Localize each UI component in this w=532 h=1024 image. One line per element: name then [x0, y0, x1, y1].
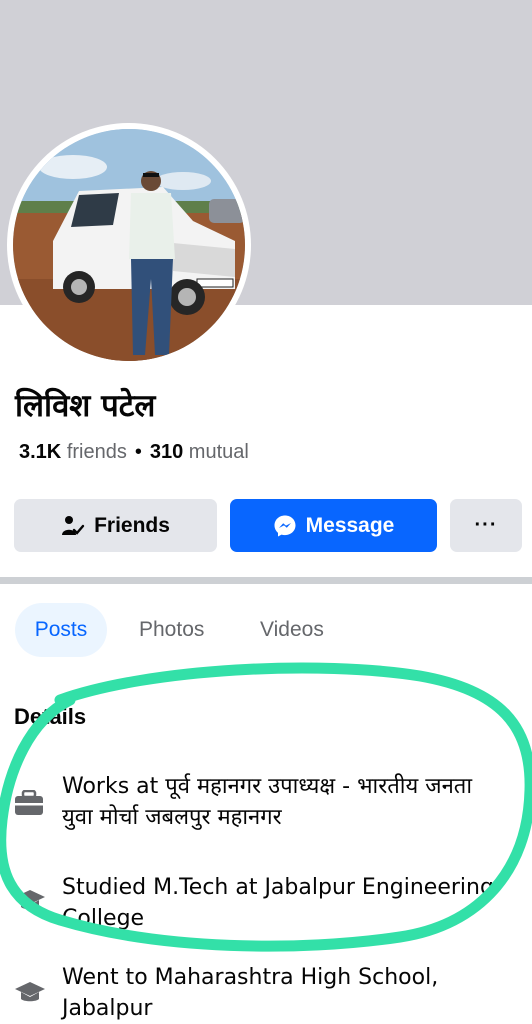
stats-separator: •: [134, 441, 142, 463]
more-icon: ···: [474, 514, 498, 536]
message-button-label: Message: [305, 513, 395, 537]
detail-work: Works at पूर्व महानगर उपाध्यक्ष - भारतीय…: [62, 774, 473, 830]
profile-name: लिविश पटेल: [15, 388, 156, 424]
messenger-icon: [274, 515, 296, 536]
mutual-count: 310: [149, 441, 184, 463]
friend-stats: 3.1K friends • 310 mutual: [19, 441, 249, 464]
avatar[interactable]: [13, 129, 245, 361]
section-divider: [0, 577, 532, 584]
friends-button-label: Friends: [94, 513, 170, 537]
detail-school: Went to Maharashtra High School, Jabalpu…: [62, 965, 439, 1021]
mutual-label[interactable]: mutual: [189, 441, 249, 463]
tab-videos[interactable]: Videos: [260, 603, 324, 657]
friend-check-icon: [62, 515, 85, 535]
more-options-button[interactable]: ···: [450, 499, 522, 552]
friends-label[interactable]: friends: [67, 441, 127, 463]
graduation-cap-icon: [15, 982, 45, 1002]
details-heading: Details: [14, 704, 87, 729]
detail-college: Studied M.Tech at Jabalpur Engineering C…: [62, 875, 494, 931]
friends-count: 3.1K: [19, 441, 62, 463]
graduation-cap-icon: [15, 890, 45, 910]
briefcase-icon: [15, 790, 43, 815]
profile-photo-illustration: [13, 129, 245, 361]
tab-photos[interactable]: Photos: [139, 603, 204, 657]
tab-posts[interactable]: Posts: [15, 603, 107, 657]
message-button[interactable]: Message: [230, 499, 437, 552]
friends-button[interactable]: Friends: [14, 499, 217, 552]
